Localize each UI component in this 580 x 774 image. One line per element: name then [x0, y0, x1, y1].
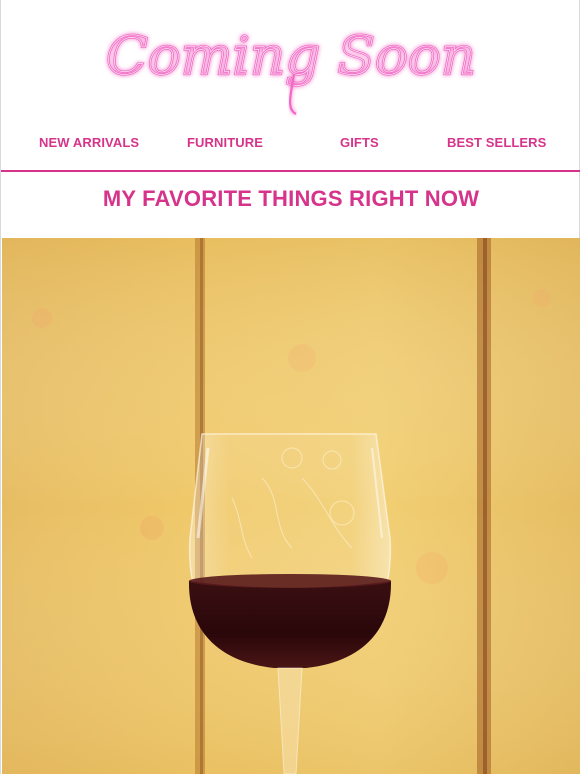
logo-text-highlight: Coming Soon [106, 27, 476, 87]
wine-glass-photo [2, 238, 580, 774]
header-logo[interactable]: Coming Soon Coming Soon [1, 0, 580, 125]
nav-new-arrivals[interactable]: NEW ARRIVALS [39, 135, 139, 150]
section-headline: MY FAVORITE THINGS RIGHT NOW [102, 186, 480, 211]
hero-image[interactable] [2, 238, 580, 774]
main-nav: NEW ARRIVALS FURNITURE GIFTS BEST SELLER… [1, 135, 580, 159]
nav-gifts[interactable]: GIFTS [340, 135, 379, 150]
nav-furniture[interactable]: FURNITURE [187, 135, 263, 150]
neon-logo-image: Coming Soon Coming Soon [105, 26, 477, 115]
nav-divider [1, 170, 580, 172]
email-page: Coming Soon Coming Soon NEW ARRIVALS FUR… [0, 0, 580, 774]
nav-best-sellers[interactable]: BEST SELLERS [447, 135, 546, 150]
